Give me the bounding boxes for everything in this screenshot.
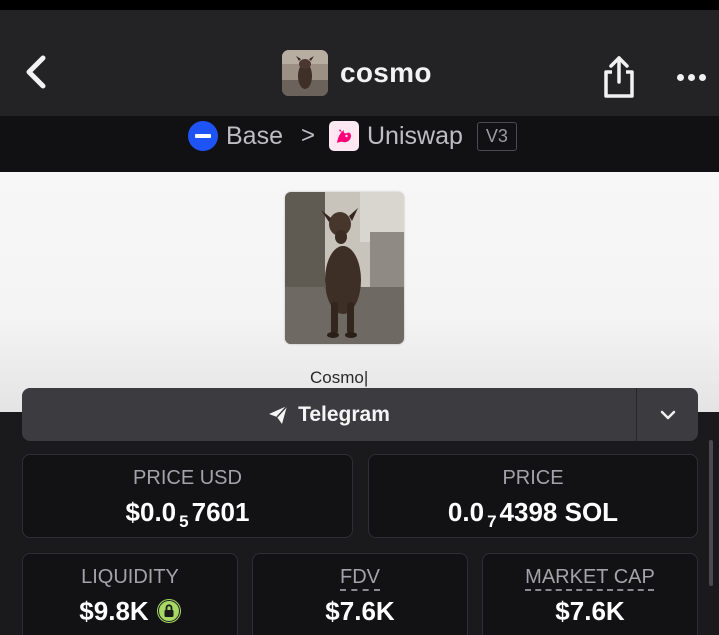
banner-caption: Cosmo| [310, 368, 369, 387]
token-avatar [282, 50, 328, 96]
header: cosmo [0, 10, 719, 116]
uniswap-icon [329, 121, 359, 151]
liquidity-card: LIQUIDITY $9.8K [22, 553, 238, 635]
market-cap-label[interactable]: MARKET CAP [483, 566, 697, 589]
token-title-group: cosmo [282, 50, 432, 96]
chain-network-link[interactable]: Base [226, 122, 283, 151]
share-button[interactable] [600, 54, 638, 100]
fdv-label[interactable]: FDV [253, 566, 467, 589]
lock-icon[interactable] [156, 599, 181, 623]
liquidity-value-row: $9.8K [23, 596, 237, 627]
market-cap-card: MARKET CAP $7.6K [482, 553, 698, 635]
scrollbar[interactable] [709, 440, 713, 586]
breadcrumb-separator: > [300, 122, 315, 149]
paper-plane-icon [269, 404, 288, 424]
price-native-card: PRICE 0.0 7 4398 SOL [368, 454, 698, 538]
telegram-label: Telegram [298, 402, 390, 426]
telegram-button-group: Telegram [22, 388, 698, 441]
price-usd-label: PRICE USD [133, 467, 242, 489]
telegram-button[interactable]: Telegram [22, 388, 636, 441]
fdv-value: $7.6K [325, 596, 395, 626]
base-chain-icon [188, 121, 218, 151]
more-options-button[interactable] [669, 62, 713, 92]
token-image [285, 192, 404, 344]
chevron-left-icon [26, 55, 46, 89]
price-usd-card: PRICE USD $0.0 5 7601 [22, 454, 353, 538]
version-badge: V3 [476, 121, 517, 151]
socials-dropdown-button[interactable] [637, 388, 698, 441]
liquidity-value: $9.8K [79, 596, 149, 626]
status-strip [0, 0, 719, 10]
dex-link[interactable]: Uniswap [367, 122, 463, 151]
chain-breadcrumb: Base > Uniswap V3 [188, 118, 517, 154]
page-title: cosmo [340, 57, 432, 88]
price-usd-value: $0.0 5 7601 [125, 497, 250, 531]
share-icon [604, 56, 634, 98]
chevron-down-icon [660, 410, 675, 419]
more-horizontal-icon [676, 73, 706, 81]
fdv-card: FDV $7.6K [252, 553, 468, 635]
price-label: PRICE [502, 467, 564, 489]
liquidity-label: LIQUIDITY [81, 566, 179, 588]
price-native-value: 0.0 7 4398 SOL [447, 497, 619, 531]
market-cap-value: $7.6K [555, 596, 625, 626]
back-button[interactable] [20, 54, 52, 90]
